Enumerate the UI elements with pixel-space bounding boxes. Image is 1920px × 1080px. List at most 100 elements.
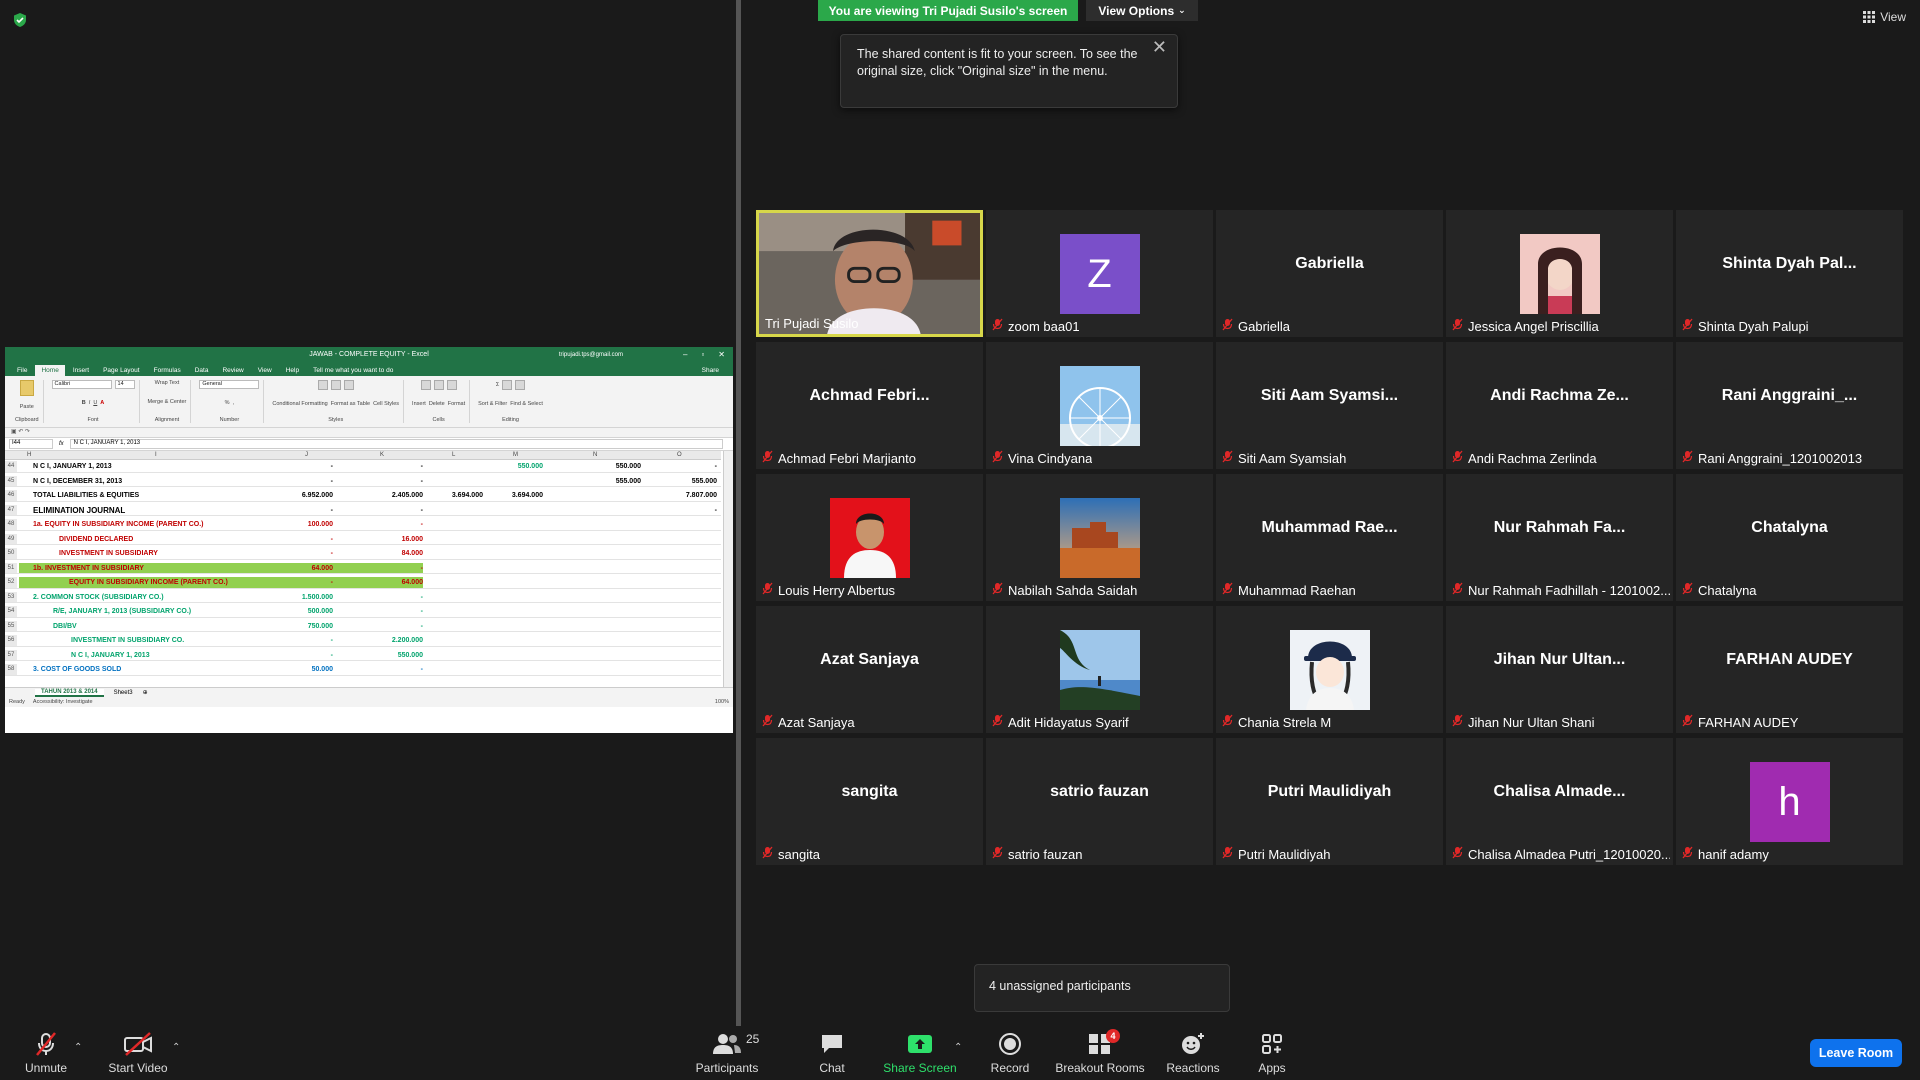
format-as-table-label[interactable]: Format as Table bbox=[331, 401, 370, 407]
cell-j[interactable]: 6.952.000 bbox=[275, 490, 333, 501]
participant-tile[interactable]: Chatalyna Chatalyna bbox=[1676, 474, 1903, 601]
cell-j[interactable]: 1.500.000 bbox=[275, 592, 333, 603]
participant-tile[interactable]: Chalisa Almade... Chalisa Almadea Putri_1… bbox=[1446, 738, 1673, 865]
tab-page-layout[interactable]: Page Layout bbox=[97, 365, 146, 376]
audio-options-caret-icon[interactable]: ⌃ bbox=[74, 1042, 82, 1053]
cell-k[interactable]: - bbox=[341, 621, 423, 632]
formula-input[interactable]: N C I, JANUARY 1, 2013 bbox=[69, 439, 723, 449]
cell-o[interactable]: - bbox=[649, 461, 717, 472]
cell-k[interactable]: - bbox=[341, 461, 423, 472]
cell-nn[interactable]: 550.000 bbox=[551, 461, 641, 472]
cell-k[interactable]: - bbox=[341, 606, 423, 617]
column-header[interactable]: O bbox=[677, 452, 682, 458]
row-number[interactable]: 45 bbox=[5, 475, 17, 486]
delete-cells-icon[interactable] bbox=[433, 380, 444, 390]
sheet-tab-sheet3[interactable]: Sheet3 bbox=[108, 690, 139, 696]
table-row[interactable]: 50 INVESTMENT IN SUBSIDIARY -84.000 bbox=[5, 548, 721, 560]
table-row[interactable]: 49 DIVIDEND DECLARED -16.000 bbox=[5, 533, 721, 545]
participant-tile[interactable]: Shinta Dyah Pal... Shinta Dyah Palupi bbox=[1676, 210, 1903, 337]
font-size-field[interactable]: 14 bbox=[114, 380, 135, 389]
table-row[interactable]: 57 N C I, JANUARY 1, 2013-550.000 bbox=[5, 649, 721, 661]
participant-tile[interactable]: Adit Hidayatus Syarif bbox=[986, 606, 1213, 733]
table-row[interactable]: 48 1a. EQUITY IN SUBSIDIARY INCOME (PAREN… bbox=[5, 519, 721, 531]
row-number[interactable]: 56 bbox=[5, 635, 17, 646]
view-options-button[interactable]: View Options ⌄ bbox=[1086, 0, 1198, 21]
chat-button[interactable]: Chat bbox=[808, 1026, 856, 1080]
table-row[interactable]: 44 N C I, JANUARY 1, 2013- -550.000 550.000… bbox=[5, 461, 721, 473]
share-options-caret-icon[interactable]: ⌃ bbox=[954, 1042, 962, 1053]
percent-icon[interactable]: % bbox=[225, 400, 230, 406]
cell-k[interactable]: - bbox=[341, 476, 423, 487]
cell-j[interactable]: 100.000 bbox=[275, 519, 333, 530]
cell-j[interactable]: - bbox=[275, 476, 333, 487]
tell-me-search[interactable]: Tell me what you want to do bbox=[307, 365, 399, 376]
format-label[interactable]: Format bbox=[448, 401, 465, 407]
format-as-table-icon[interactable] bbox=[330, 380, 341, 390]
participant-tile[interactable]: Jessica Angel Priscillia bbox=[1446, 210, 1673, 337]
cell-l[interactable]: 3.694.000 bbox=[431, 490, 483, 501]
merge-center-button[interactable]: Merge & Center bbox=[148, 399, 187, 405]
paste-icon[interactable] bbox=[19, 380, 34, 396]
row-number[interactable]: 47 bbox=[5, 504, 17, 515]
participant-tile[interactable]: Chania Strela M bbox=[1216, 606, 1443, 733]
encryption-shield-icon[interactable] bbox=[12, 12, 28, 28]
participant-tile[interactable]: Tri Pujadi Susilo bbox=[756, 210, 983, 337]
cell-k[interactable]: 550.000 bbox=[341, 650, 423, 661]
row-number[interactable]: 50 bbox=[5, 548, 17, 559]
tab-view[interactable]: View bbox=[252, 365, 278, 376]
name-box[interactable]: I44 bbox=[9, 439, 53, 449]
leave-room-button[interactable]: Leave Room bbox=[1810, 1039, 1902, 1067]
tab-review[interactable]: Review bbox=[216, 365, 249, 376]
cell-j[interactable]: 500.000 bbox=[275, 606, 333, 617]
participant-tile[interactable]: Putri Maulidiyah Putri Maulidiyah bbox=[1216, 738, 1443, 865]
font-name-field[interactable]: Calibri bbox=[51, 380, 112, 389]
conditional-formatting-label[interactable]: Conditional Formatting bbox=[272, 401, 327, 407]
row-number[interactable]: 44 bbox=[5, 461, 17, 472]
cell-o[interactable]: - bbox=[649, 505, 717, 516]
share-screen-button[interactable]: Share Screen bbox=[880, 1026, 960, 1080]
cell-j[interactable]: - bbox=[275, 650, 333, 661]
insert-label[interactable]: Insert bbox=[412, 401, 426, 407]
autosum-icon[interactable]: Σ bbox=[496, 382, 499, 388]
cell-j[interactable]: 50.000 bbox=[275, 664, 333, 675]
cell-styles-icon[interactable] bbox=[343, 380, 354, 390]
column-header[interactable]: H bbox=[27, 452, 31, 458]
participant-tile[interactable]: Louis Herry Albertus bbox=[756, 474, 983, 601]
tab-home[interactable]: Home bbox=[35, 365, 65, 376]
participant-tile[interactable]: Gabriella Gabriella bbox=[1216, 210, 1443, 337]
sheet-tab-tahun-2013-2014[interactable]: TAHUN 2013 & 2014 bbox=[35, 688, 104, 697]
view-layout-button[interactable]: View bbox=[1863, 10, 1906, 24]
table-row[interactable]: 54 R/E, JANUARY 1, 2013 (SUBSIDIARY CO.) 5… bbox=[5, 606, 721, 618]
start-video-button[interactable]: Start Video bbox=[106, 1026, 170, 1080]
row-number[interactable]: 58 bbox=[5, 664, 17, 675]
participant-tile[interactable]: sangita sangita bbox=[756, 738, 983, 865]
table-row[interactable]: 56 INVESTMENT IN SUBSIDIARY CO. -2.200.000 bbox=[5, 635, 721, 647]
table-row[interactable]: 45 N C I, DECEMBER 31, 2013- -555.000 555.0… bbox=[5, 475, 721, 487]
row-number[interactable]: 49 bbox=[5, 533, 17, 544]
cell-k[interactable]: 64.000 bbox=[341, 577, 423, 588]
conditional-formatting-icon[interactable] bbox=[317, 380, 328, 390]
cell-k[interactable]: 2.200.000 bbox=[341, 635, 423, 646]
cell-j[interactable]: - bbox=[275, 577, 333, 588]
bold-icon[interactable]: B bbox=[82, 400, 86, 406]
cell-o[interactable]: 555.000 bbox=[649, 476, 717, 487]
save-icon[interactable]: ▣ bbox=[11, 429, 17, 435]
cell-m[interactable]: 3.694.000 bbox=[487, 490, 543, 501]
cell-k[interactable]: - bbox=[341, 563, 423, 574]
tab-file[interactable]: File bbox=[11, 365, 33, 376]
vertical-scrollbar[interactable] bbox=[723, 451, 733, 687]
row-number[interactable]: 55 bbox=[5, 620, 17, 631]
close-icon[interactable]: ✕ bbox=[1152, 38, 1167, 56]
table-row[interactable]: 52 EQUITY IN SUBSIDIARY INCOME (PARENT CO… bbox=[5, 577, 721, 589]
column-header[interactable]: J bbox=[305, 452, 308, 458]
accessibility-status[interactable]: Accessibility: Investigate bbox=[33, 699, 93, 705]
column-header[interactable]: M bbox=[513, 452, 518, 458]
undo-icon[interactable]: ↶ bbox=[18, 429, 23, 435]
font-color-icon[interactable]: A bbox=[100, 400, 104, 406]
participant-tile[interactable]: Achmad Febri... Achmad Febri Marjianto bbox=[756, 342, 983, 469]
insert-cells-icon[interactable] bbox=[420, 380, 431, 390]
sort-filter-label[interactable]: Sort & Filter bbox=[478, 401, 507, 407]
table-row[interactable]: 58 3. COST OF GOODS SOLD 50.000- bbox=[5, 664, 721, 676]
tab-data[interactable]: Data bbox=[189, 365, 215, 376]
row-number[interactable]: 54 bbox=[5, 606, 17, 617]
